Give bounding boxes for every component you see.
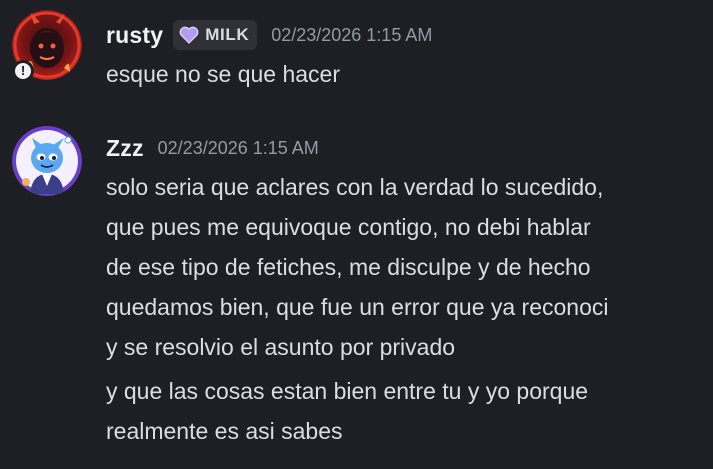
message-content-followup: y que las cosas estan bien entre tu y yo… [106,378,589,444]
guild-tag[interactable]: MILK [173,20,258,50]
timestamp[interactable]: 02/23/2026 1:15 AM [271,25,432,46]
message-header: rusty MILK 02/23/2026 1:15 AM [106,18,432,52]
guild-tag-label: MILK [205,25,250,44]
username[interactable]: rusty [106,22,163,49]
avatar-container[interactable] [12,126,82,196]
chat-log: ! rusty MILK 02/23/2026 1:15 AM esque no… [0,0,713,469]
username[interactable]: Zzz [106,135,144,162]
timestamp[interactable]: 02/23/2026 1:15 AM [158,138,319,159]
message-content: solo seria que aclares con la verdad lo … [106,174,609,360]
avatar-status-badge: ! [12,60,34,82]
message-header: Zzz 02/23/2026 1:15 AM [106,131,319,165]
alert-icon: ! [15,63,31,79]
blue-creature-avatar-icon[interactable] [12,126,82,196]
message-content: esque no se que hacer [106,61,341,87]
purple-heart-icon [179,26,199,44]
avatar-container[interactable]: ! [12,10,82,82]
